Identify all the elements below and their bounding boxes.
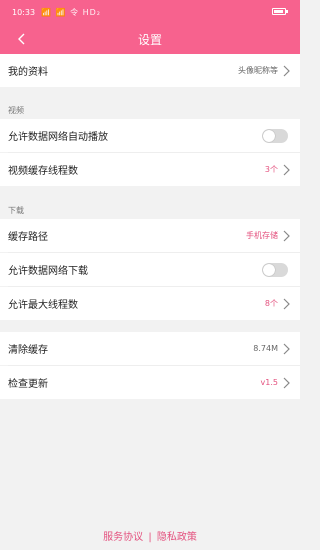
status-time: 10:33 <box>12 7 36 17</box>
mobile-download-toggle[interactable] <box>262 262 288 277</box>
row-check-update[interactable]: 检查更新 v1.5 <box>0 366 300 399</box>
row-max-threads[interactable]: 允许最大线程数 8个 <box>0 287 300 320</box>
chevron-right-icon <box>283 298 290 309</box>
row-label: 我的资料 <box>8 67 48 78</box>
row-label: 视频缓存线程数 <box>8 166 78 177</box>
row-cache-path[interactable]: 缓存路径 手机存储 <box>0 219 300 252</box>
section-header-download: 下载 <box>8 206 24 215</box>
status-bar: 10:33 📶 📶 令 HD₂ <box>0 0 300 24</box>
terms-link[interactable]: 服务协议 <box>103 532 143 543</box>
privacy-link[interactable]: 隐私政策 <box>157 532 197 543</box>
back-button[interactable] <box>14 31 30 47</box>
page-title: 设置 <box>137 32 162 47</box>
chevron-right-icon <box>283 343 290 354</box>
nav-bar: 设置 <box>0 24 300 54</box>
chevron-right-icon <box>283 164 290 175</box>
row-label: 允许数据网络自动播放 <box>8 132 108 143</box>
row-autoplay-mobile: 允许数据网络自动播放 <box>0 119 300 152</box>
autoplay-toggle[interactable] <box>262 128 288 143</box>
row-value: 手机存储 <box>246 231 278 240</box>
row-label: 允许最大线程数 <box>8 300 78 311</box>
row-my-profile[interactable]: 我的资料 头像昵称等 <box>0 54 300 87</box>
row-mobile-download: 允许数据网络下载 <box>0 253 300 286</box>
row-value: 头像昵称等 <box>238 66 278 75</box>
chevron-right-icon <box>283 377 290 388</box>
battery-icon <box>272 8 288 15</box>
signal-indicators: 📶 📶 令 HD₂ <box>41 7 101 17</box>
toggle-knob <box>263 129 275 142</box>
section-header-video: 视频 <box>8 106 24 115</box>
row-video-threads[interactable]: 视频缓存线程数 3个 <box>0 153 300 186</box>
row-label: 允许数据网络下载 <box>8 266 88 277</box>
row-value: 8个 <box>264 299 278 308</box>
footer-separator: | <box>148 532 152 543</box>
row-value: v1.5 <box>260 378 278 387</box>
row-value: 3个 <box>264 165 278 174</box>
row-label: 缓存路径 <box>8 232 48 243</box>
footer-links: 服务协议 | 隐私政策 <box>0 528 300 543</box>
chevron-right-icon <box>283 65 290 76</box>
row-label: 检查更新 <box>8 379 48 390</box>
row-label: 清除缓存 <box>8 345 48 356</box>
chevron-left-icon <box>18 33 25 45</box>
row-value: 8.74M <box>253 344 278 353</box>
toggle-knob <box>263 263 275 276</box>
row-clear-cache[interactable]: 清除缓存 8.74M <box>0 332 300 365</box>
chevron-right-icon <box>283 230 290 241</box>
